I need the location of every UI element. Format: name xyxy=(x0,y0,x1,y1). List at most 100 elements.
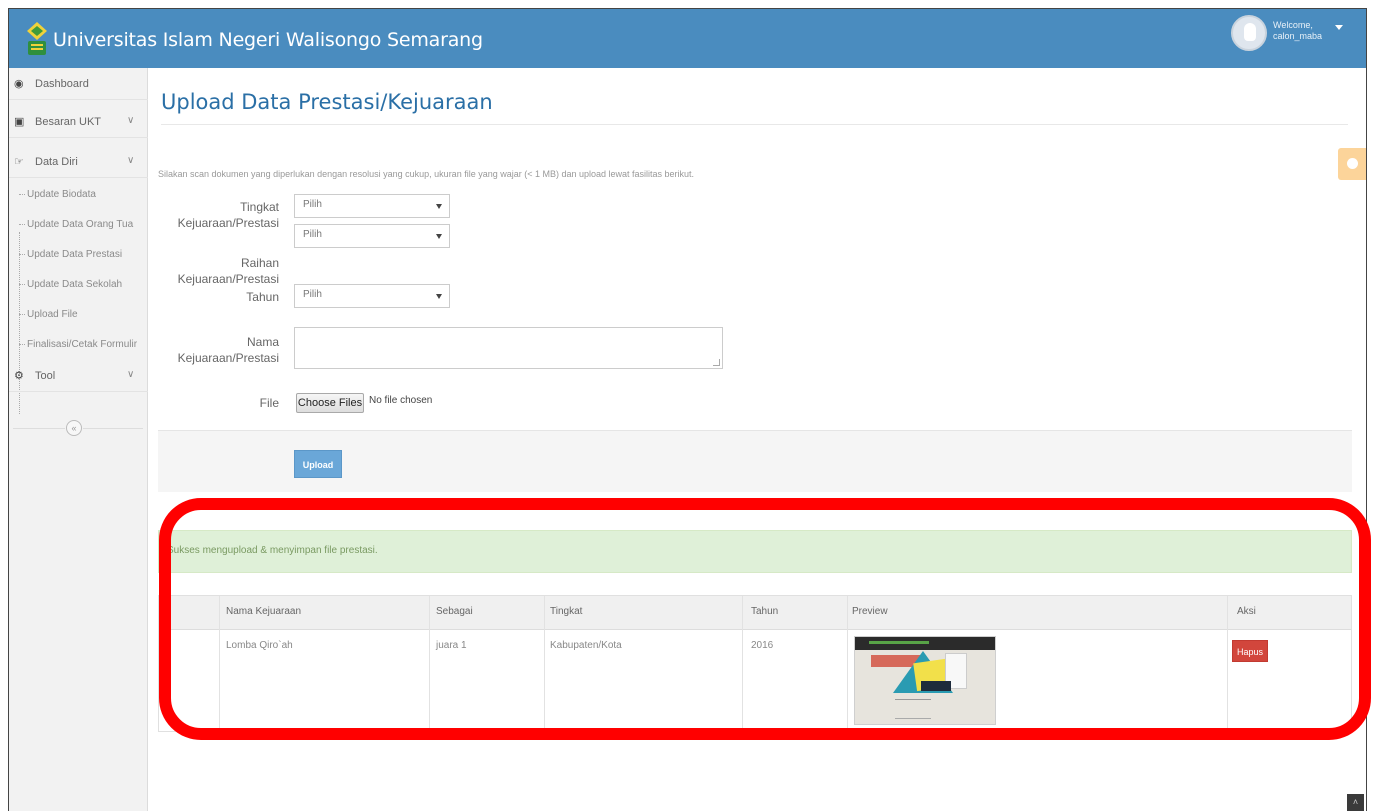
thumbnail-text-lines xyxy=(895,699,931,719)
nama-kejuaraan-textarea[interactable] xyxy=(294,327,723,369)
welcome-text: Welcome, calon_maba xyxy=(1273,20,1322,42)
tree-dash xyxy=(19,194,25,195)
cell-tahun: 2016 xyxy=(751,640,774,651)
header-aksi: Aksi xyxy=(1237,606,1256,617)
hapus-button[interactable]: Hapus xyxy=(1232,640,1268,662)
divider xyxy=(161,124,1348,125)
tingkat-label-line-2: Kejuaraan/Prestasi xyxy=(177,216,279,230)
tingkat-select[interactable]: Pilih xyxy=(294,194,450,218)
divider xyxy=(83,428,143,429)
column-divider xyxy=(219,596,220,731)
username-label: calon_maba xyxy=(1273,31,1323,41)
header-nama-kejuaraan: Nama Kejuaraan xyxy=(226,606,302,617)
caret-down-icon[interactable] xyxy=(1335,25,1343,30)
header-tingkat: Tingkat xyxy=(550,606,583,617)
success-alert: Sukses mengupload & menyimpan file prest… xyxy=(158,530,1352,573)
user-menu[interactable]: Welcome, calon_maba xyxy=(1231,15,1351,59)
tahun-select-value: Pilih xyxy=(303,289,322,300)
uin-logo-icon xyxy=(27,22,47,55)
column-divider xyxy=(429,596,430,731)
caret-down-icon xyxy=(436,234,442,239)
scroll-to-top-icon[interactable]: ˄ xyxy=(1347,794,1364,811)
sidebar-subitem-update-data-prestasi[interactable]: Update Data Prestasi xyxy=(9,242,148,268)
welcome-label: Welcome, xyxy=(1273,20,1313,30)
raihan-select[interactable]: Pilih xyxy=(294,224,450,248)
money-icon: ▣ xyxy=(14,116,25,128)
raihan-label: Raihan Kejuaraan/Prestasi xyxy=(149,255,279,287)
raihan-label-line-1: Raihan xyxy=(240,256,279,270)
sidebar-item-label: Besaran UKT xyxy=(35,116,102,128)
cell-sebagai: juara 1 xyxy=(436,640,467,651)
tree-dash xyxy=(19,314,25,315)
file-label: File xyxy=(259,396,279,410)
sidebar-collapse-icon[interactable]: « xyxy=(66,420,82,436)
sidebar-subitem-finalisasi[interactable]: Finalisasi/Cetak Formulir xyxy=(9,332,148,358)
tree-dash xyxy=(19,344,25,345)
chevron-down-icon: ∨ xyxy=(127,369,135,380)
tree-dash xyxy=(19,224,25,225)
sidebar-subitem-label: Update Data Orang Tua xyxy=(27,219,134,230)
header-sebagai: Sebagai xyxy=(436,606,473,617)
chevron-down-icon: ∨ xyxy=(127,155,135,166)
choose-files-button[interactable]: Choose Files xyxy=(296,393,364,413)
sidebar-subitem-label: Finalisasi/Cetak Formulir xyxy=(27,339,138,350)
top-navbar: Universitas Islam Negeri Walisongo Semar… xyxy=(9,9,1366,68)
column-divider xyxy=(742,596,743,731)
chevron-down-icon: ∨ xyxy=(127,115,135,126)
form-actions: Upload xyxy=(158,430,1352,492)
sidebar: ◉ Dashboard ▣ Besaran UKT ∨ ☞ Data Diri … xyxy=(9,68,148,811)
preview-thumbnail[interactable] xyxy=(854,636,996,725)
thumbnail-bar xyxy=(869,641,929,644)
sidebar-item-label: Data Diri xyxy=(35,156,78,168)
sidebar-item-tool[interactable]: ⚙ Tool ∨ xyxy=(9,362,148,392)
sidebar-subitem-update-biodata[interactable]: Update Biodata xyxy=(9,182,148,208)
settings-gear-icon[interactable] xyxy=(1338,148,1366,180)
app-window: Universitas Islam Negeri Walisongo Semar… xyxy=(8,8,1367,811)
cell-nama-kejuaraan: Lomba Qiro`ah xyxy=(226,640,293,651)
divider xyxy=(13,428,65,429)
nama-label-line-1: Nama xyxy=(246,335,279,349)
thumbnail-shape xyxy=(921,681,951,691)
sidebar-item-dashboard[interactable]: ◉ Dashboard xyxy=(9,70,148,100)
sidebar-item-besaran-ukt[interactable]: ▣ Besaran UKT ∨ xyxy=(9,108,148,138)
raihan-label-line-2: Kejuaraan/Prestasi xyxy=(177,272,279,286)
tree-dash xyxy=(19,284,25,285)
header-tahun: Tahun xyxy=(751,606,779,617)
hand-pointer-icon: ☞ xyxy=(14,156,24,168)
no-file-chosen-text: No file chosen xyxy=(369,395,433,406)
nama-label-line-2: Kejuaraan/Prestasi xyxy=(177,351,279,365)
tingkat-label-line-1: Tingkat xyxy=(240,200,279,214)
sidebar-item-data-diri[interactable]: ☞ Data Diri ∨ xyxy=(9,148,148,178)
sidebar-subitem-update-data-orang-tua[interactable]: Update Data Orang Tua xyxy=(9,212,148,238)
tahun-label: Tahun xyxy=(246,290,279,304)
sidebar-subitem-label: Update Data Sekolah xyxy=(27,279,123,290)
column-divider xyxy=(544,596,545,731)
caret-down-icon xyxy=(436,294,442,299)
tingkat-label: Tingkat Kejuaraan/Prestasi xyxy=(149,199,279,231)
dashboard-icon: ◉ xyxy=(14,78,24,90)
tree-dash xyxy=(19,254,25,255)
nama-label: Nama Kejuaraan/Prestasi xyxy=(149,334,279,366)
page-description: Silakan scan dokumen yang diperlukan den… xyxy=(158,169,695,179)
page-title: Upload Data Prestasi/Kejuaraan xyxy=(161,90,493,114)
column-divider xyxy=(847,596,848,731)
sidebar-subitem-label: Upload File xyxy=(27,309,78,320)
sidebar-item-label: Tool xyxy=(35,370,56,382)
sidebar-item-label: Dashboard xyxy=(35,78,89,90)
raihan-select-value: Pilih xyxy=(303,229,322,240)
sidebar-subitem-upload-file[interactable]: Upload File xyxy=(9,302,148,328)
cogs-icon: ⚙ xyxy=(14,370,24,382)
upload-button[interactable]: Upload xyxy=(294,450,342,478)
main-content: Upload Data Prestasi/Kejuaraan Silakan s… xyxy=(149,68,1366,811)
tingkat-select-value: Pilih xyxy=(303,199,322,210)
sidebar-subitem-update-data-sekolah[interactable]: Update Data Sekolah xyxy=(9,272,148,298)
prestasi-table: Nama Kejuaraan Sebagai Tingkat Tahun Pre… xyxy=(158,595,1352,732)
header-preview: Preview xyxy=(852,606,888,617)
success-alert-text: Sukses mengupload & menyimpan file prest… xyxy=(167,545,378,556)
cell-tingkat: Kabupaten/Kota xyxy=(550,640,622,651)
avatar[interactable] xyxy=(1231,15,1267,51)
column-divider xyxy=(1227,596,1228,731)
tahun-select[interactable]: Pilih xyxy=(294,284,450,308)
sidebar-subitem-label: Update Biodata xyxy=(27,189,96,200)
sidebar-subitem-label: Update Data Prestasi xyxy=(27,249,123,260)
